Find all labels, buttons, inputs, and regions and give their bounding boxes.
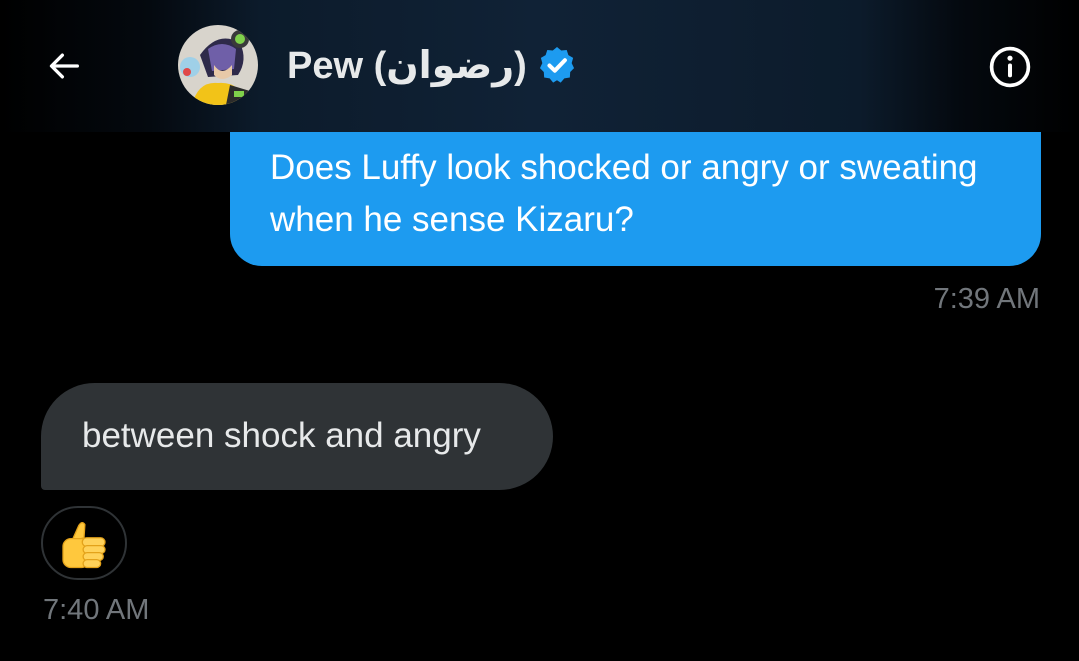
outgoing-message-timestamp: 7:39 AM <box>933 283 1040 315</box>
conversation-header: Pew (رضوان) <box>0 0 1079 132</box>
thumbs-up-emoji-icon <box>62 522 106 569</box>
incoming-message-bubble[interactable]: between shock and angry <box>41 383 553 490</box>
message-reaction[interactable] <box>41 506 127 580</box>
avatar[interactable] <box>178 25 258 105</box>
contact-name-text: Pew (رضوان) <box>287 44 527 87</box>
outgoing-message-bubble[interactable]: Does Luffy look shocked or angry or swea… <box>230 132 1041 266</box>
contact-name[interactable]: Pew (رضوان) <box>287 40 579 90</box>
info-circle-icon <box>989 46 1031 88</box>
back-button[interactable] <box>40 44 88 88</box>
conversation-info-button[interactable] <box>986 43 1034 91</box>
incoming-message-timestamp: 7:40 AM <box>43 594 150 626</box>
arrow-left-icon <box>49 53 80 79</box>
outgoing-message-text: Does Luffy look shocked or angry or swea… <box>270 148 978 239</box>
verified-badge-icon <box>535 43 579 87</box>
incoming-message-text: between shock and angry <box>82 416 481 455</box>
